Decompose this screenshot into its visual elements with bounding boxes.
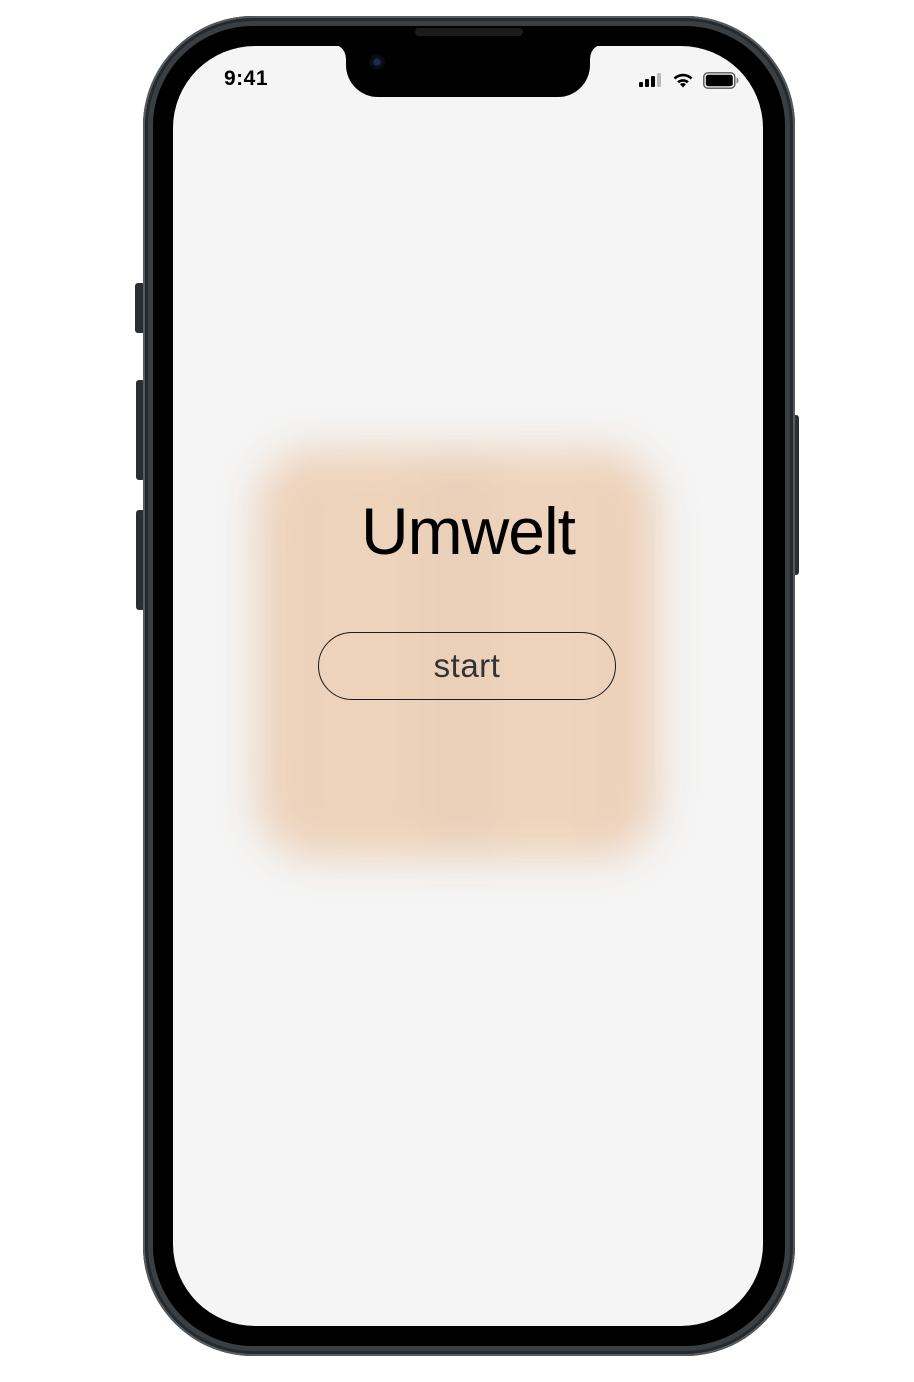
phone-screen: 9:41 Umwelt start: [173, 46, 763, 1326]
cellular-signal-icon: [639, 73, 661, 87]
start-button-label: start: [433, 647, 501, 684]
battery-icon: [703, 71, 739, 89]
start-button[interactable]: start: [318, 632, 616, 700]
wifi-icon: [673, 73, 693, 88]
notch: [332, 46, 604, 97]
speaker-grill: [415, 28, 523, 36]
status-icons: [639, 71, 739, 89]
status-time: 9:41: [224, 67, 269, 90]
camera-icon: [369, 54, 385, 70]
app-title: Umwelt: [360, 494, 576, 568]
device-mockup: 9:41 Umwelt start: [0, 0, 914, 1382]
